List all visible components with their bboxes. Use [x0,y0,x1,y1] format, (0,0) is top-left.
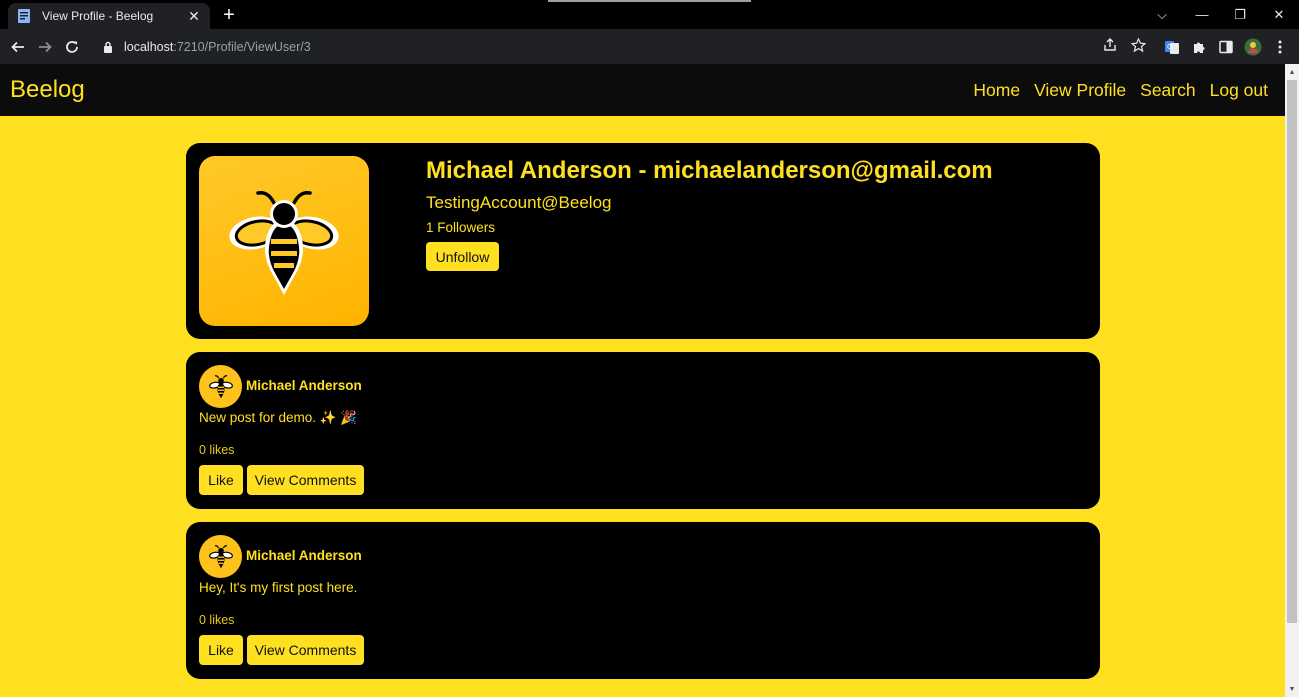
nav-link-search[interactable]: Search [1140,80,1195,101]
post-content: Hey, It's my first post here. [199,580,358,595]
browser-menu-icon[interactable] [1271,38,1289,56]
like-button[interactable]: Like [199,465,243,495]
profile-name-email: Michael Anderson - michaelanderson@gmail… [426,157,993,184]
url-host: localhost [124,40,174,54]
post-author-avatar [199,365,242,408]
nav-link-home[interactable]: Home [973,80,1020,101]
bookmark-star-icon[interactable] [1128,35,1148,55]
url-text: localhost:7210/Profile/ViewUser/3 [124,40,311,54]
back-icon[interactable] [6,35,30,59]
post-likes-count: 0 likes [199,613,235,627]
side-panel-icon[interactable] [1217,38,1235,56]
brand-logo-text[interactable]: Beelog [10,76,85,104]
page-scrollbar[interactable]: ▲ ▼ [1285,64,1299,697]
extensions-puzzle-icon[interactable] [1190,38,1208,56]
view-comments-button[interactable]: View Comments [247,465,364,495]
post-likes-count: 0 likes [199,443,235,457]
nav-link-log-out[interactable]: Log out [1210,80,1268,101]
browser-toolbar: localhost:7210/Profile/ViewUser/3 G [0,29,1299,64]
reload-icon[interactable] [60,35,84,59]
post-card: Michael Anderson Hey, It's my first post… [186,522,1100,679]
scroll-up-icon[interactable]: ▲ [1285,66,1299,78]
site-navbar: Beelog Home View Profile Search Log out [0,64,1285,116]
profile-handle: TestingAccount@Beelog [426,193,612,212]
translate-extension-icon[interactable]: G [1163,38,1181,56]
restore-icon[interactable]: ❐ [1221,0,1259,29]
bee-icon [208,374,233,398]
profile-avatar-icon[interactable] [1244,38,1262,56]
profile-avatar [199,156,369,326]
svg-text:G: G [1167,43,1172,51]
forward-icon[interactable] [33,35,57,59]
like-button[interactable]: Like [199,635,243,665]
view-comments-button[interactable]: View Comments [247,635,364,665]
lock-icon [101,40,115,54]
new-tab-icon[interactable]: + [218,4,240,26]
page-icon [16,8,32,24]
browser-tab-bar: View Profile - Beelog ✕ + ⌵ — ❐ ✕ [0,0,1299,29]
post-content: New post for demo. ✨ 🎉 [199,410,358,425]
profile-card: Michael Anderson - michaelanderson@gmail… [186,143,1100,339]
post-author-name[interactable]: Michael Anderson [246,548,362,563]
post-card: Michael Anderson New post for demo. ✨ 🎉 … [186,352,1100,509]
tab-title: View Profile - Beelog [42,9,154,23]
tab-close-icon[interactable]: ✕ [186,8,202,24]
unfollow-button[interactable]: Unfollow [426,242,499,271]
post-author-name[interactable]: Michael Anderson [246,378,362,393]
post-author-avatar [199,535,242,578]
scroll-thumb[interactable] [1287,80,1297,623]
nav-link-view-profile[interactable]: View Profile [1034,80,1126,101]
tab-search-icon[interactable]: ⌵ [1143,0,1181,29]
share-icon[interactable] [1100,35,1120,55]
bee-icon [229,190,339,295]
nav-links: Home View Profile Search Log out [973,80,1268,101]
scroll-down-icon[interactable]: ▼ [1285,683,1299,695]
followers-count: 1 Followers [426,220,496,235]
close-window-icon[interactable]: ✕ [1260,0,1298,29]
minimize-icon[interactable]: — [1183,0,1221,29]
bee-icon [208,544,233,568]
url-path: :7210/Profile/ViewUser/3 [173,40,311,54]
window-drag-strip [548,0,751,2]
address-bar[interactable]: localhost:7210/Profile/ViewUser/3 [91,33,1156,61]
browser-tab[interactable]: View Profile - Beelog ✕ [8,3,210,29]
